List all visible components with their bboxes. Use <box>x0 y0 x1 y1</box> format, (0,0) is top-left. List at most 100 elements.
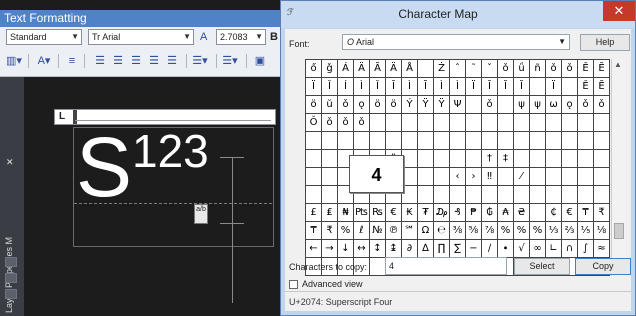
char-cell[interactable]: ₴ <box>514 204 530 222</box>
char-cell[interactable] <box>594 132 610 150</box>
char-cell[interactable]: Ì <box>434 78 450 96</box>
text-height-input[interactable]: 2.7083 ▼ <box>216 29 266 45</box>
char-cell[interactable]: ⅛ <box>594 222 610 240</box>
char-cell[interactable] <box>450 132 466 150</box>
char-cell[interactable]: ₮ <box>418 204 434 222</box>
char-cell[interactable]: Á <box>338 60 354 78</box>
char-cell[interactable] <box>402 114 418 132</box>
char-cell[interactable] <box>514 132 530 150</box>
char-cell[interactable] <box>434 168 450 186</box>
char-cell[interactable] <box>546 150 562 168</box>
char-cell[interactable]: ₸ <box>306 222 322 240</box>
char-cell[interactable]: √ <box>514 240 530 258</box>
char-cell[interactable] <box>306 132 322 150</box>
char-cell[interactable]: ω <box>546 96 562 114</box>
char-cell[interactable]: € <box>386 204 402 222</box>
char-cell[interactable]: Ì <box>450 78 466 96</box>
char-cell[interactable]: ǒ <box>594 96 610 114</box>
char-cell[interactable]: ∙ <box>498 240 514 258</box>
palette-button[interactable] <box>5 289 17 299</box>
char-cell[interactable]: Ï <box>466 78 482 96</box>
char-cell[interactable]: % <box>338 222 354 240</box>
char-cell[interactable] <box>514 186 530 204</box>
char-cell[interactable]: ₧ <box>354 204 370 222</box>
char-cell[interactable] <box>482 186 498 204</box>
char-cell[interactable] <box>530 78 546 96</box>
char-cell[interactable] <box>466 150 482 168</box>
char-cell[interactable] <box>450 114 466 132</box>
tab-stop-icon[interactable]: L <box>59 111 65 122</box>
char-cell[interactable]: ∩ <box>562 240 578 258</box>
char-cell[interactable] <box>482 132 498 150</box>
char-cell[interactable] <box>578 114 594 132</box>
char-cell[interactable] <box>498 132 514 150</box>
char-cell[interactable] <box>450 150 466 168</box>
char-cell[interactable]: ψ <box>530 96 546 114</box>
char-cell[interactable]: ψ <box>514 96 530 114</box>
char-cell[interactable]: ǒ <box>482 96 498 114</box>
mtext-superscript[interactable]: 123 <box>132 125 209 177</box>
char-cell[interactable] <box>546 168 562 186</box>
char-cell[interactable]: ö <box>370 96 386 114</box>
char-cell[interactable]: ℠ <box>402 222 418 240</box>
char-cell[interactable] <box>594 168 610 186</box>
char-cell[interactable]: ← <box>306 240 322 258</box>
char-cell[interactable] <box>338 132 354 150</box>
char-cell[interactable]: ˇ <box>482 60 498 78</box>
char-cell[interactable] <box>530 114 546 132</box>
char-cell[interactable] <box>578 186 594 204</box>
char-cell[interactable]: ǒ <box>354 114 370 132</box>
char-cell[interactable]: ǒ <box>338 96 354 114</box>
char-cell[interactable] <box>306 186 322 204</box>
char-cell[interactable]: Ǐ <box>322 78 338 96</box>
char-cell[interactable]: Ě <box>578 60 594 78</box>
char-cell[interactable] <box>562 150 578 168</box>
char-cell[interactable] <box>370 132 386 150</box>
char-cell[interactable]: ₳ <box>498 204 514 222</box>
char-cell[interactable]: Ĭ <box>498 78 514 96</box>
char-cell[interactable]: ⅕ <box>578 222 594 240</box>
char-cell[interactable] <box>402 168 418 186</box>
select-button[interactable]: Select <box>514 258 570 275</box>
char-cell[interactable] <box>418 150 434 168</box>
char-cell[interactable]: ∂ <box>402 240 418 258</box>
char-cell[interactable] <box>530 150 546 168</box>
char-cell[interactable]: ǫ <box>354 96 370 114</box>
char-cell[interactable]: Ψ <box>450 96 466 114</box>
char-cell[interactable] <box>466 96 482 114</box>
char-cell[interactable] <box>514 150 530 168</box>
char-cell[interactable] <box>434 150 450 168</box>
char-cell[interactable]: ∏ <box>434 240 450 258</box>
char-cell[interactable]: Ì <box>402 78 418 96</box>
char-cell[interactable]: Ĕ <box>594 60 610 78</box>
char-cell[interactable] <box>482 114 498 132</box>
char-cell[interactable]: % <box>514 222 530 240</box>
char-cell[interactable] <box>402 132 418 150</box>
char-cell[interactable] <box>386 132 402 150</box>
char-cell[interactable]: ⅜ <box>450 222 466 240</box>
char-cell[interactable] <box>306 150 322 168</box>
char-cell[interactable] <box>434 186 450 204</box>
char-cell[interactable]: Ĕ <box>594 78 610 96</box>
align-right-button[interactable]: ☰ <box>128 53 144 69</box>
char-cell[interactable]: ⅔ <box>562 222 578 240</box>
char-cell[interactable]: ↨ <box>386 240 402 258</box>
char-cell[interactable] <box>450 186 466 204</box>
char-cell[interactable]: ₨ <box>370 204 386 222</box>
char-cell[interactable]: ↔ <box>354 240 370 258</box>
char-cell[interactable] <box>546 114 562 132</box>
char-cell[interactable]: £ <box>306 204 322 222</box>
char-cell[interactable] <box>322 186 338 204</box>
char-cell[interactable] <box>562 168 578 186</box>
char-cell[interactable]: ‡ <box>498 150 514 168</box>
char-cell[interactable]: Ÿ <box>418 96 434 114</box>
palette-button[interactable] <box>5 257 17 267</box>
paragraph-button[interactable]: ≡ <box>64 53 80 69</box>
char-cell[interactable]: ˜ <box>466 60 482 78</box>
char-cell[interactable]: ∆ <box>418 240 434 258</box>
char-cell[interactable]: ₵ <box>546 204 562 222</box>
char-cell[interactable]: % <box>498 222 514 240</box>
char-cell[interactable]: € <box>562 204 578 222</box>
char-cell[interactable]: ∟ <box>546 240 562 258</box>
char-cell[interactable] <box>418 168 434 186</box>
